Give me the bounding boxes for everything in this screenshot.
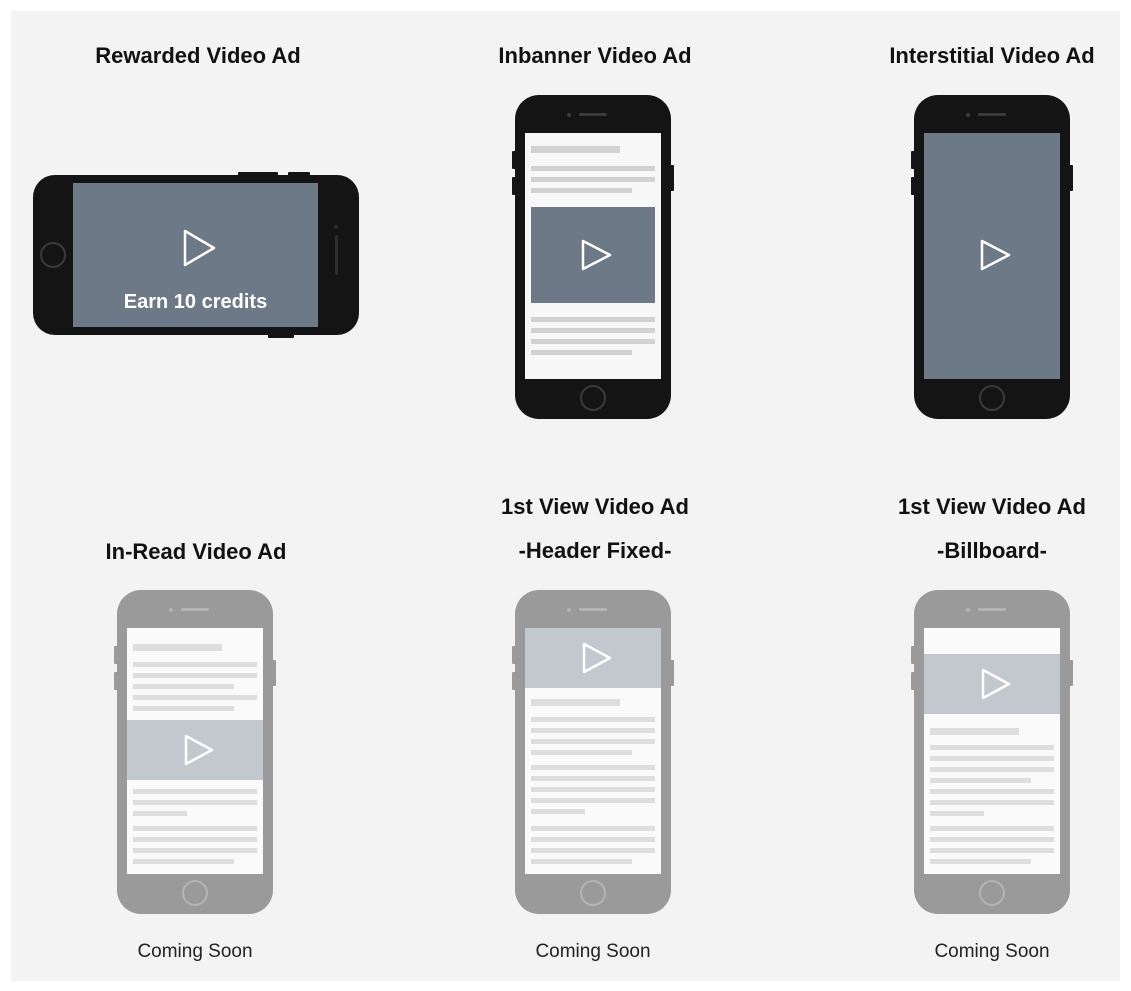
title-billboard: 1st View Video Ad -Billboard-: [852, 485, 1131, 573]
speaker-icon: [978, 608, 1006, 611]
title-line-2: -Header Fixed-: [518, 538, 672, 563]
video-area: [127, 720, 263, 780]
title-header-fixed: 1st View Video Ad -Header Fixed-: [455, 485, 735, 573]
title-in-read: In-Read Video Ad: [105, 539, 287, 564]
status-header-fixed: Coming Soon: [535, 941, 651, 962]
inbanner-phone: [512, 95, 674, 419]
title-line-1: 1st View Video Ad: [898, 494, 1086, 519]
speaker-icon: [579, 113, 607, 116]
billboard-phone: [911, 590, 1073, 914]
speaker-icon: [978, 113, 1006, 116]
video-area: [924, 133, 1060, 379]
video-area: [531, 207, 655, 303]
header-fixed-phone: [512, 590, 674, 914]
video-caption: Earn 10 credits: [124, 291, 267, 313]
video-area: [525, 628, 661, 688]
ad-formats-diagram: Rewarded Video Ad Inbanner Video Ad Inte…: [11, 11, 1120, 981]
title-inbanner: Inbanner Video Ad: [498, 43, 692, 68]
title-rewarded: Rewarded Video Ad: [95, 43, 301, 68]
speaker-icon: [181, 608, 209, 611]
status-billboard: Coming Soon: [934, 941, 1050, 962]
title-interstitial: Interstitial Video Ad: [889, 43, 1095, 68]
status-in-read: Coming Soon: [137, 941, 253, 962]
in-read-phone: [114, 590, 276, 914]
interstitial-phone: [911, 95, 1073, 419]
speaker-icon: [335, 235, 338, 275]
title-line-1: 1st View Video Ad: [501, 494, 689, 519]
title-line-2: -Billboard-: [937, 538, 1047, 563]
speaker-icon: [579, 608, 607, 611]
video-area: [924, 654, 1060, 714]
rewarded-phone-landscape: Earn 10 credits: [33, 172, 359, 338]
